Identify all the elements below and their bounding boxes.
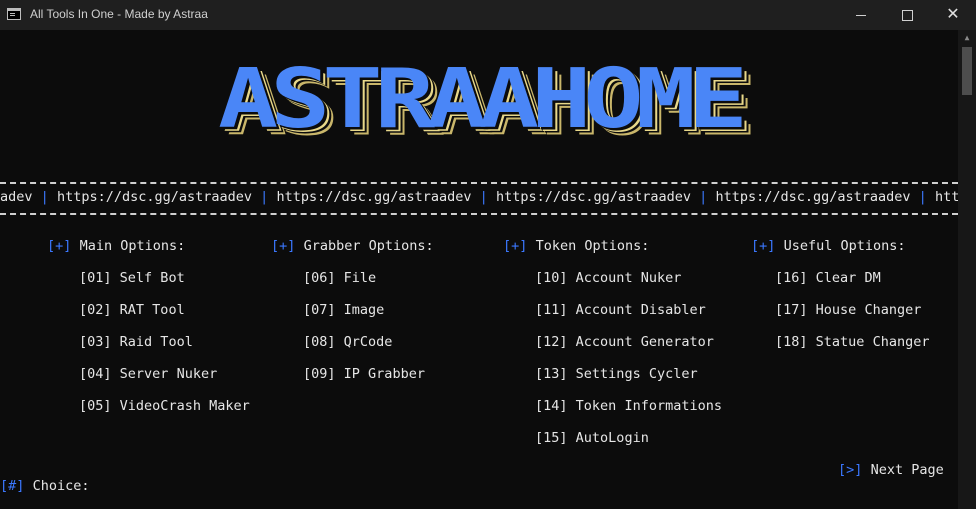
divider-bottom xyxy=(0,213,958,217)
menu-option: [18] Statue Changer xyxy=(775,334,930,350)
minimize-button[interactable] xyxy=(838,0,884,30)
option-number: 18 xyxy=(783,334,800,350)
choice-prompt[interactable]: [#] Choice: xyxy=(0,478,89,494)
option-number: 11 xyxy=(543,302,560,318)
option-number: 08 xyxy=(311,334,328,350)
option-number: 09 xyxy=(311,366,328,382)
section-header: [+] Token Options: xyxy=(503,238,650,254)
menu-option: [10] Account Nuker xyxy=(535,270,682,286)
option-number: 15 xyxy=(543,430,560,446)
option-label: AutoLogin xyxy=(575,430,649,446)
option-number: 17 xyxy=(783,302,800,318)
section-header: [+] Useful Options: xyxy=(751,238,906,254)
link-separator: | xyxy=(479,189,488,205)
option-number: 14 xyxy=(543,398,560,414)
ascii-banner: ASTRAAHOME xyxy=(217,50,748,147)
option-number: 03 xyxy=(87,334,104,350)
menu-option: [01] Self Bot xyxy=(79,270,185,286)
option-label: Account Generator xyxy=(575,334,714,350)
option-number: 16 xyxy=(783,270,800,286)
section-title: Main Options: xyxy=(79,238,186,254)
section-title: Token Options: xyxy=(535,238,650,254)
option-label: RAT Tool xyxy=(119,302,185,318)
maximize-button[interactable] xyxy=(884,0,930,30)
section-header: [+] Main Options: xyxy=(47,238,186,254)
option-label: Account Disabler xyxy=(575,302,706,318)
menu-option: [08] QrCode xyxy=(303,334,393,350)
option-number: 13 xyxy=(543,366,560,382)
window-title: All Tools In One - Made by Astraa xyxy=(30,7,208,21)
option-label: Self Bot xyxy=(119,270,185,286)
menu-option: [06] File xyxy=(303,270,377,286)
link-separator: | xyxy=(918,189,927,205)
menu-option: [04] Server Nuker xyxy=(79,366,218,382)
close-icon: ✕ xyxy=(946,6,960,23)
link-separator: | xyxy=(260,189,269,205)
menu-option: [02] RAT Tool xyxy=(79,302,185,318)
menu-option: [13] Settings Cycler xyxy=(535,366,698,382)
option-label: Token Informations xyxy=(575,398,722,414)
discord-link: https://dsc.gg/astraadev xyxy=(495,189,692,205)
section-title: Grabber Options: xyxy=(303,238,434,254)
vertical-scrollbar[interactable]: ▲ xyxy=(958,30,976,509)
menu-option: [16] Clear DM xyxy=(775,270,881,286)
option-number: 05 xyxy=(87,398,104,414)
discord-link: https xyxy=(934,189,958,205)
menu-option: [07] Image xyxy=(303,302,385,318)
discord-link: https://dsc.gg/astraadev xyxy=(56,189,253,205)
menu-option: [12] Account Generator xyxy=(535,334,714,350)
scroll-up-arrow-icon[interactable]: ▲ xyxy=(958,30,976,46)
option-label: QrCode xyxy=(343,334,393,350)
menu-option: [15] AutoLogin xyxy=(535,430,649,446)
option-label: Settings Cycler xyxy=(575,366,698,382)
discord-link: https://dsc.gg/astraadev xyxy=(276,189,472,205)
scroll-thumb[interactable] xyxy=(962,47,972,95)
console-app-icon xyxy=(7,8,21,20)
menu-option: [05] VideoCrash Maker xyxy=(79,398,250,414)
option-label: Image xyxy=(343,302,385,318)
option-number: 04 xyxy=(87,366,104,382)
option-number: 10 xyxy=(543,270,560,286)
menu-option: [09] IP Grabber xyxy=(303,366,425,382)
option-label: House Changer xyxy=(815,302,922,318)
section-title: Useful Options: xyxy=(783,238,906,254)
next-page-option: [>] Next Page xyxy=(838,462,944,478)
link-separator: | xyxy=(699,189,708,205)
option-label: IP Grabber xyxy=(343,366,425,382)
maximize-icon xyxy=(901,9,913,21)
option-label: Statue Changer xyxy=(815,334,930,350)
option-label: Server Nuker xyxy=(119,366,218,382)
option-label: Raid Tool xyxy=(119,334,193,350)
menu-option: [11] Account Disabler xyxy=(535,302,706,318)
option-label: VideoCrash Maker xyxy=(119,398,250,414)
link-separator: | xyxy=(40,189,49,205)
option-number: 02 xyxy=(87,302,104,318)
option-label: File xyxy=(343,270,377,286)
section-header: [+] Grabber Options: xyxy=(271,238,434,254)
title-bar: All Tools In One - Made by Astraa ✕ xyxy=(0,0,976,30)
option-number: 01 xyxy=(87,270,104,286)
discord-link: https://dsc.gg/astraadev xyxy=(715,189,911,205)
option-number: 12 xyxy=(543,334,560,350)
option-number: 06 xyxy=(311,270,328,286)
menu-option: [17] House Changer xyxy=(775,302,922,318)
option-number: 07 xyxy=(311,302,328,318)
close-button[interactable]: ✕ xyxy=(930,0,976,30)
option-label: Clear DM xyxy=(815,270,881,286)
option-label: Account Nuker xyxy=(575,270,682,286)
divider-top xyxy=(0,182,958,186)
menu-option: [14] Token Informations xyxy=(535,398,722,414)
minimize-icon xyxy=(856,14,866,16)
link-strip: adev | https://dsc.gg/astraadev | https:… xyxy=(0,189,958,205)
discord-link: adev xyxy=(0,189,33,205)
menu-option: [03] Raid Tool xyxy=(79,334,193,350)
